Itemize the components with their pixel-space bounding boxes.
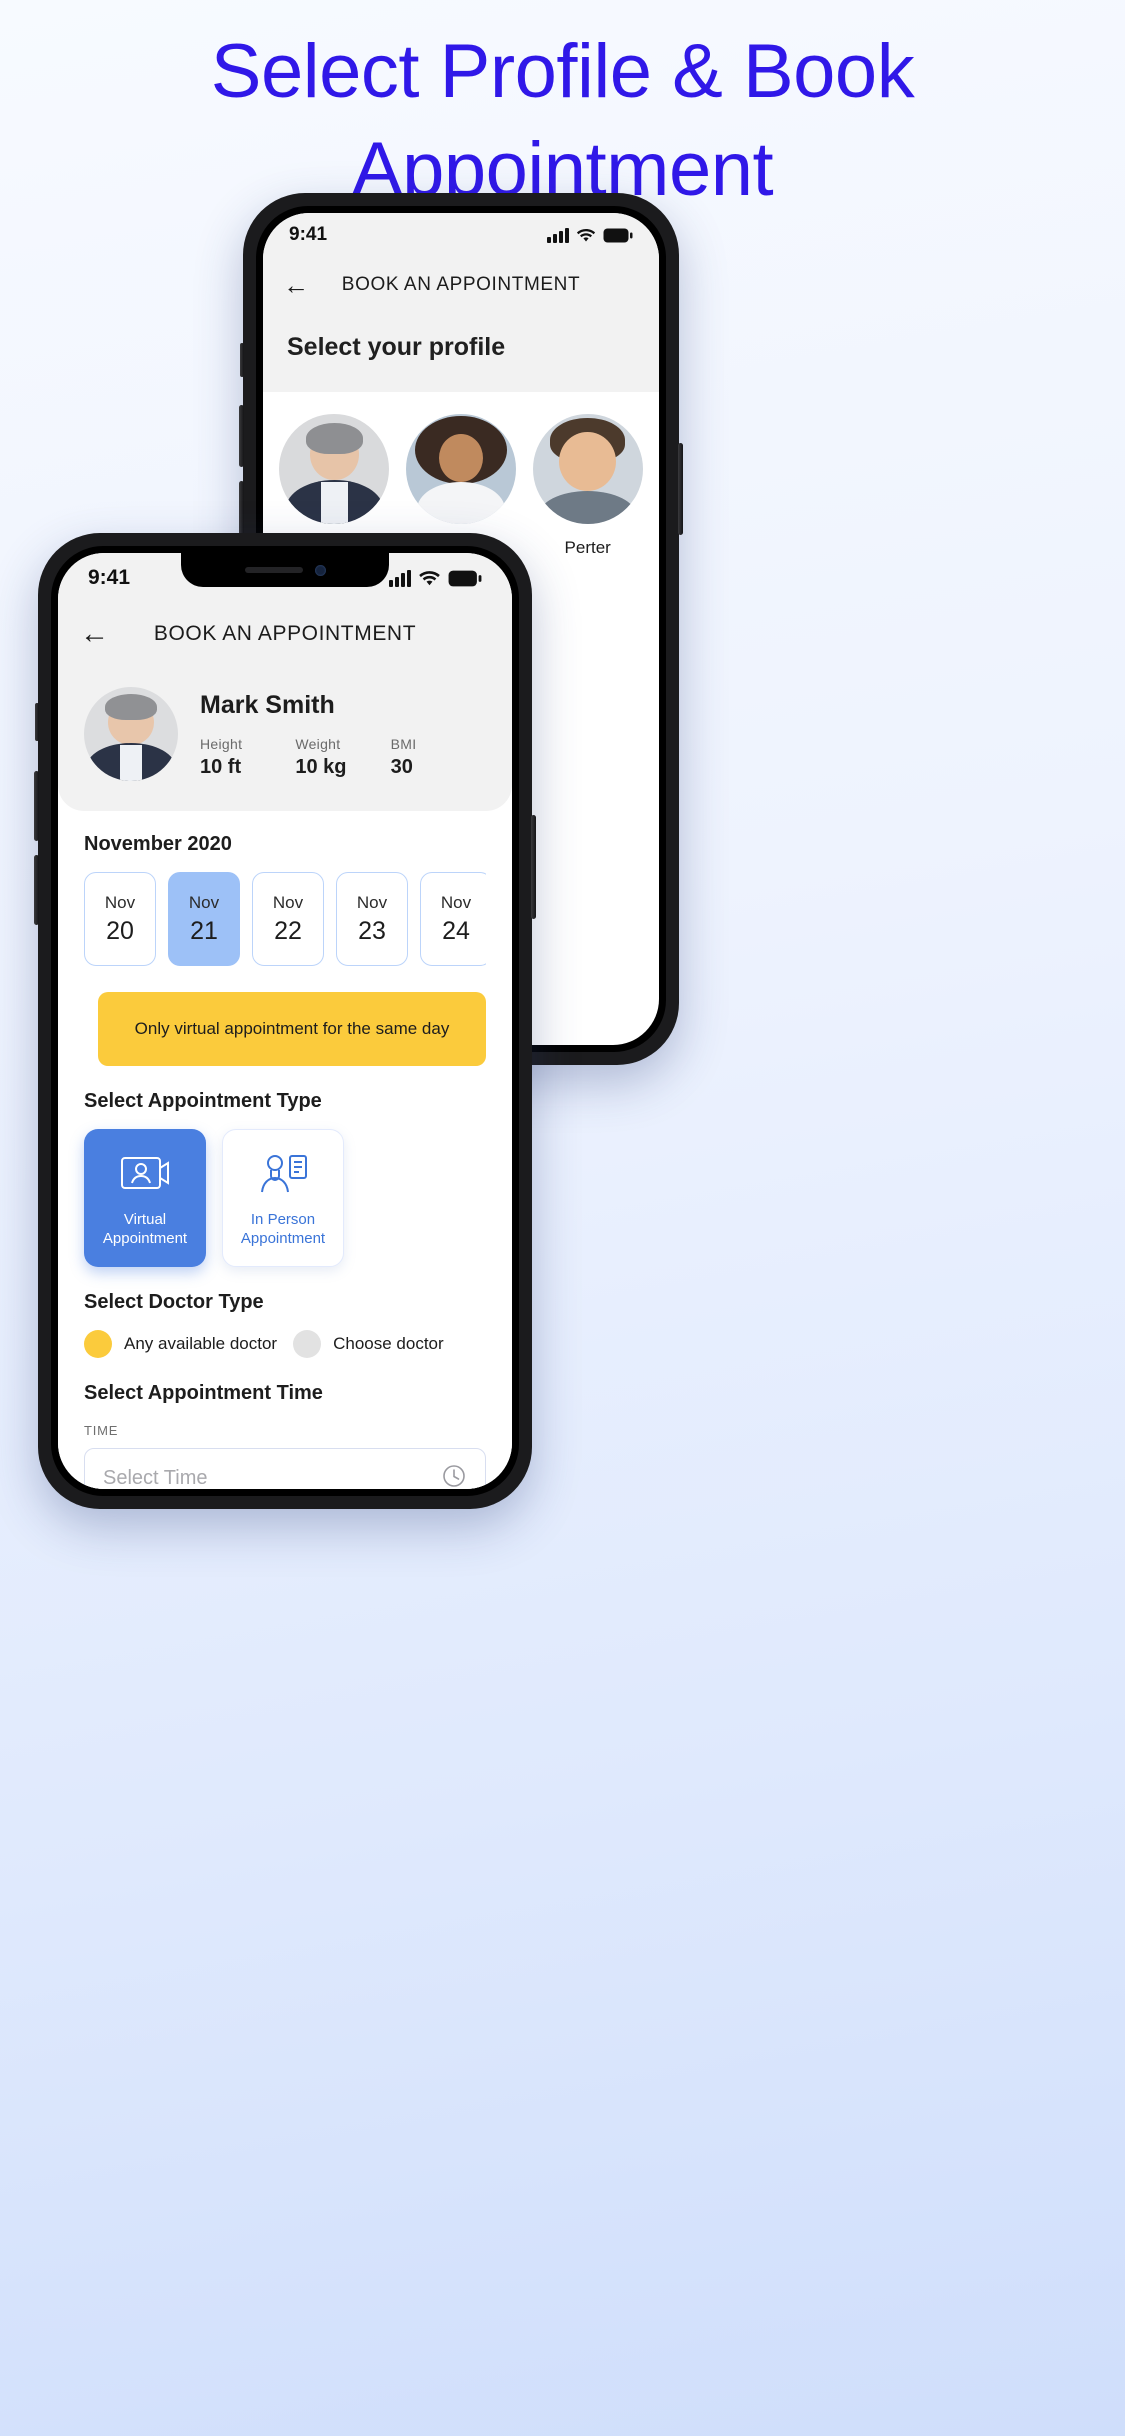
type-label-line1: In Person	[250, 1211, 316, 1229]
avatar	[406, 414, 516, 524]
type-label-line2: Appointment	[240, 1230, 326, 1247]
doctor-type-choose[interactable]: Choose doctor	[293, 1330, 444, 1358]
patient-card[interactable]: Mark Smith Height 10 ft Weight 10 kg BMI…	[58, 665, 512, 811]
calendar-month-label: November 2020	[84, 833, 232, 855]
date-day: 20	[106, 916, 134, 945]
avatar	[84, 687, 178, 781]
patient-stat-height: Height 10 ft	[200, 736, 295, 779]
appointment-type-virtual[interactable]: Virtual Appointment	[84, 1129, 206, 1267]
stat-value: 10 ft	[200, 756, 242, 778]
clock-icon[interactable]	[441, 1463, 467, 1490]
date-day: 21	[190, 916, 218, 945]
doctor-type-any[interactable]: Any available doctor	[84, 1330, 277, 1358]
page-title-line1: Select Profile & Book	[210, 29, 915, 114]
doctor-type-title: Select Doctor Type	[84, 1291, 264, 1313]
front-phone-mockup: 9:41 ← BOOK AN APPOINTMENT Mark Smith He…	[34, 533, 536, 1509]
battery-icon	[448, 570, 482, 587]
radio-selected-icon[interactable]	[84, 1330, 112, 1358]
battery-icon	[603, 228, 633, 243]
front-appbar-title: BOOK AN APPOINTMENT	[153, 622, 417, 645]
doctor-clipboard-icon	[257, 1147, 309, 1203]
back-status-bar: 9:41	[263, 213, 659, 257]
date-chip-selected[interactable]: Nov 21	[168, 872, 240, 966]
status-time: 9:41	[88, 566, 131, 589]
appointment-time-title: Select Appointment Time	[84, 1382, 323, 1404]
status-time: 9:41	[289, 224, 328, 245]
cellular-signal-icon	[389, 569, 411, 587]
date-day: 23	[358, 916, 386, 945]
back-appbar: ← BOOK AN APPOINTMENT	[263, 257, 659, 313]
time-field-label: TIME	[84, 1423, 119, 1438]
date-chip[interactable]: Nov 20	[84, 872, 156, 966]
appointment-type-title: Select Appointment Type	[84, 1090, 322, 1112]
appointment-type-options: Virtual Appointment In Person Appointmen…	[84, 1129, 486, 1267]
phone-volume-up-button[interactable]	[239, 405, 244, 467]
phone-power-button[interactable]	[531, 815, 536, 919]
back-arrow-icon[interactable]: ←	[283, 272, 309, 298]
phone-notch	[181, 553, 389, 587]
phone-volume-down-button[interactable]	[34, 855, 39, 925]
page-title: Select Profile & Book Appointment	[0, 34, 1125, 208]
booking-form: Mark Smith Height 10 ft Weight 10 kg BMI…	[58, 665, 512, 1489]
date-month: Nov	[188, 892, 220, 912]
doctor-type-options: Any available doctor Choose doctor	[84, 1330, 486, 1358]
patient-stat-bmi: BMI 30	[391, 736, 486, 779]
appointment-type-in-person[interactable]: In Person Appointment	[222, 1129, 344, 1267]
wifi-icon	[576, 228, 596, 243]
front-phone-screen: 9:41 ← BOOK AN APPOINTMENT Mark Smith He…	[58, 553, 512, 1489]
back-arrow-icon[interactable]: ←	[80, 619, 109, 649]
radio-label: Choose doctor	[333, 1334, 444, 1353]
stat-label: Height	[200, 736, 243, 752]
stat-label: Weight	[295, 736, 341, 752]
video-consult-icon	[119, 1147, 171, 1203]
avatar	[532, 414, 643, 524]
radio-label: Any available doctor	[124, 1334, 278, 1353]
time-placeholder: Select Time	[103, 1466, 208, 1489]
patient-stats: Height 10 ft Weight 10 kg BMI 30	[200, 736, 486, 779]
stat-value: 10 kg	[295, 756, 347, 778]
date-day: 24	[442, 916, 470, 945]
date-day: 22	[274, 916, 302, 945]
virtual-only-notice: Only virtual appointment for the same da…	[98, 992, 486, 1066]
date-month: Nov	[104, 892, 136, 912]
profile-name: Perter	[564, 538, 611, 557]
type-label-line1: Virtual	[123, 1211, 167, 1229]
phone-mute-button[interactable]	[35, 703, 39, 741]
front-camera-icon	[314, 564, 326, 576]
back-section-title: Select your profile	[263, 313, 659, 392]
phone-power-button[interactable]	[678, 443, 683, 535]
phone-mute-button[interactable]	[240, 343, 244, 377]
stat-label: BMI	[390, 736, 417, 752]
wifi-icon	[418, 570, 441, 587]
time-field[interactable]: Select Time	[84, 1448, 486, 1489]
stat-value: 30	[390, 756, 413, 778]
date-chip[interactable]: Nov 24	[420, 872, 486, 966]
radio-unselected-icon[interactable]	[293, 1330, 322, 1358]
date-chip[interactable]: Nov 23	[336, 872, 408, 966]
date-month: Nov	[356, 892, 388, 912]
front-appbar: ← BOOK AN APPOINTMENT	[58, 603, 512, 665]
phone-volume-up-button[interactable]	[34, 771, 39, 841]
date-chip[interactable]: Nov 22	[252, 872, 324, 966]
back-appbar-title: BOOK AN APPOINTMENT	[341, 274, 581, 295]
patient-stat-weight: Weight 10 kg	[295, 736, 390, 779]
date-month: Nov	[272, 892, 304, 912]
date-picker[interactable]: Nov 20 Nov 21 Nov 22 Nov 23 Nov 24	[84, 872, 486, 966]
type-label-line2: Appointment	[102, 1230, 188, 1247]
cellular-signal-icon	[547, 227, 569, 243]
avatar	[279, 414, 390, 524]
profile-item[interactable]: Perter	[532, 414, 643, 558]
patient-name: Mark Smith	[200, 691, 335, 719]
earpiece-speaker	[244, 567, 303, 573]
date-month: Nov	[440, 892, 472, 912]
